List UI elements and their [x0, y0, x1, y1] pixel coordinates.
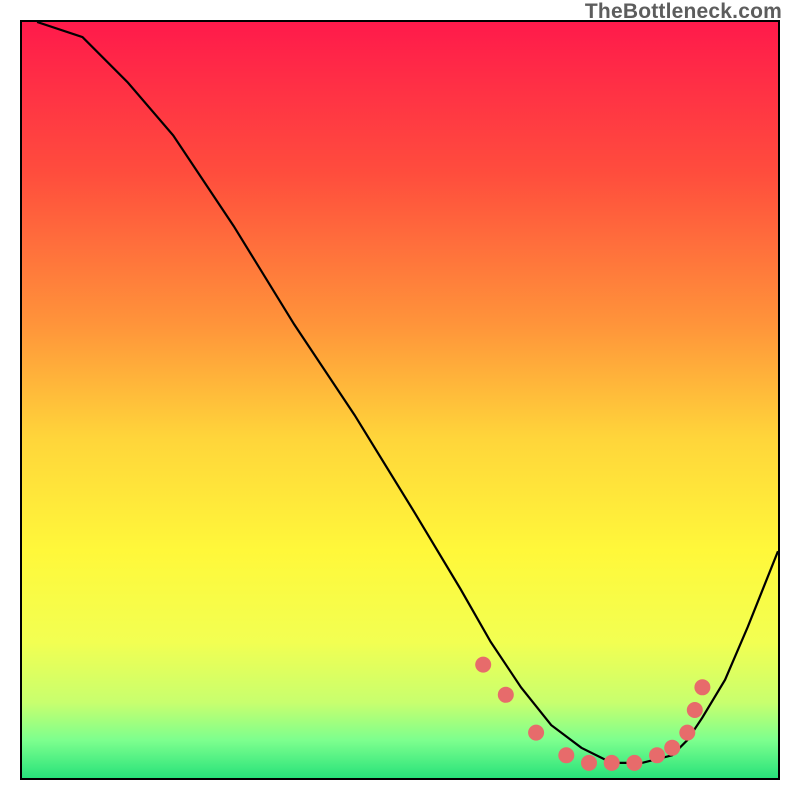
- chart-container: TheBottleneck.com: [0, 0, 800, 800]
- marker-dot: [687, 702, 703, 718]
- plot-area: [20, 20, 780, 780]
- curve-layer: [22, 22, 778, 778]
- marker-dot: [498, 687, 514, 703]
- marker-dot: [581, 755, 597, 771]
- marker-dot: [694, 679, 710, 695]
- marker-dot: [475, 657, 491, 673]
- marker-dot: [679, 725, 695, 741]
- marker-dot: [649, 747, 665, 763]
- bottleneck-curve: [37, 22, 778, 763]
- marker-dot: [604, 755, 620, 771]
- marker-dot: [626, 755, 642, 771]
- marker-dot: [664, 740, 680, 756]
- marker-dot: [528, 725, 544, 741]
- marker-dot: [558, 747, 574, 763]
